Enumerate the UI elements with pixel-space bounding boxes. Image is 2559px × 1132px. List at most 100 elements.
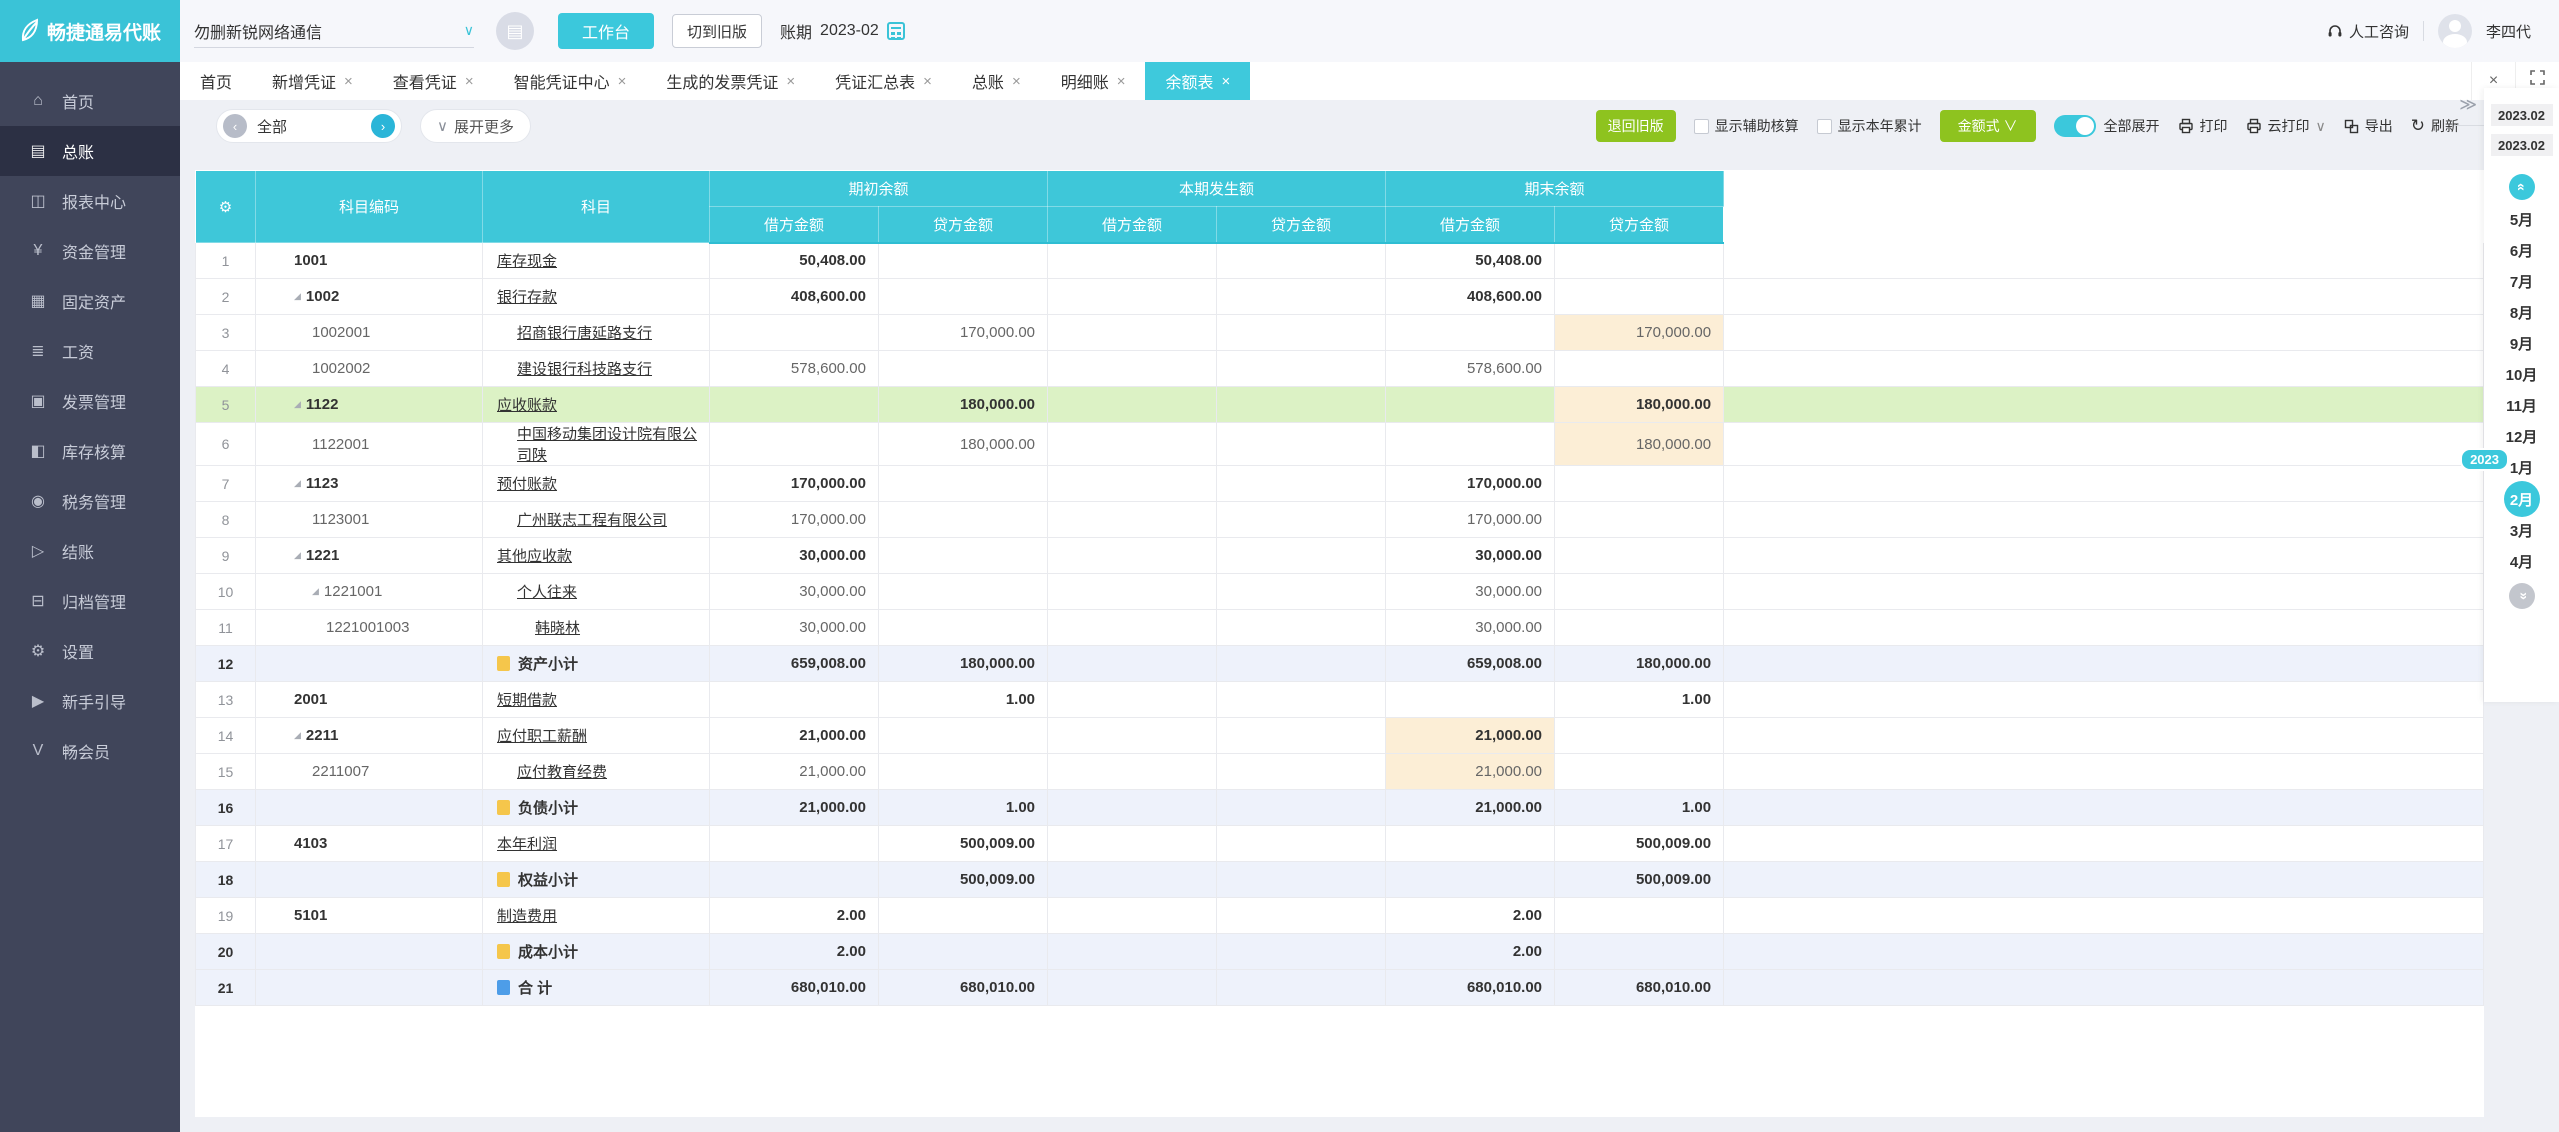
close-tab-icon[interactable]: ×	[618, 73, 627, 90]
close-tab-icon[interactable]: ×	[344, 73, 353, 90]
tab-首页[interactable]: 首页	[180, 62, 252, 100]
account-link[interactable]: 银行存款	[497, 289, 557, 306]
account-link[interactable]: 应付职工薪酬	[497, 728, 587, 745]
month-item-8月[interactable]: 8月	[2503, 297, 2541, 328]
sidebar-item-税务管理[interactable]: ◉ 税务管理	[0, 476, 180, 526]
tab-余额表[interactable]: 余额表 ×	[1145, 62, 1251, 100]
app-logo: 畅捷通易代账	[0, 0, 180, 62]
tab-凭证汇总表[interactable]: 凭证汇总表 ×	[815, 62, 952, 100]
expand-all-toggle[interactable]	[2053, 115, 2096, 137]
period-box[interactable]: 2023.02	[2490, 104, 2553, 126]
tab-智能凭证中心[interactable]: 智能凭证中心 ×	[494, 62, 647, 100]
sidebar-item-发票管理[interactable]: ▣ 发票管理	[0, 376, 180, 426]
sidebar-item-首页[interactable]: ⌂ 首页	[0, 76, 180, 126]
collapse-panel-icon[interactable]: ≫	[2459, 95, 2477, 115]
account-link[interactable]: 应付教育经费	[517, 764, 607, 781]
period-box[interactable]: 2023.02	[2490, 134, 2553, 156]
tab-生成的发票凭证[interactable]: 生成的发票凭证 ×	[646, 62, 815, 100]
account-link[interactable]: 应收账款	[497, 397, 557, 414]
month-item-7月[interactable]: 7月	[2503, 266, 2541, 297]
tab-明细账[interactable]: 明细账 ×	[1041, 62, 1146, 100]
notice-badge-icon[interactable]: ▤	[496, 12, 534, 50]
calendar-icon[interactable]	[886, 22, 905, 40]
tab-查看凭证[interactable]: 查看凭证 ×	[373, 62, 494, 100]
support-link[interactable]: 人工咨询	[2327, 21, 2409, 42]
account-link[interactable]: 短期借款	[497, 692, 557, 709]
close-tab-icon[interactable]: ×	[465, 73, 474, 90]
amount-cell	[1216, 350, 1387, 387]
tab-label: 凭证汇总表	[835, 75, 916, 92]
month-item-6月[interactable]: 6月	[2503, 235, 2541, 266]
switch-old-version-button[interactable]: 切到旧版	[672, 14, 763, 48]
account-link[interactable]: 招商银行唐延路支行	[517, 325, 652, 342]
account-period[interactable]: 账期 2023-02	[780, 19, 905, 43]
column-settings-gear-icon[interactable]: ⚙	[195, 170, 256, 243]
user-name[interactable]: 李四代	[2486, 21, 2531, 42]
company-selector[interactable]: 勿删新锐网络通信 ∨	[194, 14, 474, 48]
sidebar-item-总账[interactable]: ▤ 总账	[0, 126, 180, 176]
sidebar-item-畅会员[interactable]: V 畅会员	[0, 726, 180, 776]
aux-accounting-checkbox[interactable]: 显示辅助核算	[1693, 116, 1799, 136]
sidebar-item-新手引导[interactable]: ▶ 新手引导	[0, 676, 180, 726]
scroll-down-icon[interactable]: «	[2508, 583, 2535, 609]
expand-triangle-icon[interactable]: ◢	[294, 399, 301, 409]
export-button[interactable]: 导出	[2344, 116, 2393, 136]
sidebar-item-结账[interactable]: ▷ 结账	[0, 526, 180, 576]
chevron-right-icon[interactable]: ›	[371, 114, 396, 138]
expand-triangle-icon[interactable]: ◢	[294, 730, 301, 740]
expand-triangle-icon[interactable]: ◢	[294, 291, 301, 301]
account-link[interactable]: 库存现金	[497, 253, 557, 270]
account-link[interactable]: 本年利润	[497, 836, 557, 853]
checkbox-icon[interactable]	[1816, 118, 1832, 134]
cloud-print-button[interactable]: 云打印 ∨	[2246, 116, 2326, 136]
chevron-left-icon[interactable]: ‹	[223, 114, 247, 138]
sidebar-item-设置[interactable]: ⚙ 设置	[0, 626, 180, 676]
account-link[interactable]: 个人往来	[517, 584, 577, 601]
expand-triangle-icon[interactable]: ◢	[294, 478, 301, 488]
sidebar-item-资金管理[interactable]: ¥ 资金管理	[0, 226, 180, 276]
account-link[interactable]: 制造费用	[497, 908, 557, 925]
close-tab-icon[interactable]: ×	[1117, 73, 1126, 90]
month-item-4月[interactable]: 4月	[2503, 546, 2541, 577]
subject-filter-pill[interactable]: ‹ 全部 ›	[216, 109, 403, 143]
account-link[interactable]: 其他应收款	[497, 548, 572, 565]
expand-triangle-icon[interactable]: ◢	[312, 586, 319, 596]
account-link[interactable]: 广州联志工程有限公司	[517, 512, 667, 529]
amount-cell: 21,000.00	[1385, 753, 1556, 790]
sidebar-item-固定资产[interactable]: ▦ 固定资产	[0, 276, 180, 326]
expand-triangle-icon[interactable]: ◢	[294, 550, 301, 560]
month-item-2月[interactable]: 2月	[2503, 481, 2540, 517]
refresh-button[interactable]: ↻ 刷新	[2411, 116, 2459, 136]
amount-cell	[1216, 609, 1387, 646]
month-item-10月[interactable]: 10月	[2503, 359, 2541, 390]
scroll-up-icon[interactable]: «	[2508, 174, 2535, 200]
ytd-checkbox[interactable]: 显示本年累计	[1816, 116, 1922, 136]
sidebar-item-库存核算[interactable]: ◧ 库存核算	[0, 426, 180, 476]
row-number: 3	[195, 314, 256, 351]
account-link[interactable]: 中国移动集团设计院有限公司陕	[517, 426, 697, 464]
close-tab-icon[interactable]: ×	[1222, 73, 1231, 90]
user-avatar[interactable]	[2437, 14, 2472, 48]
account-link[interactable]: 韩晓林	[535, 620, 580, 637]
close-tab-icon[interactable]: ×	[1012, 73, 1021, 90]
month-item-11月[interactable]: 11月	[2503, 390, 2541, 421]
print-button[interactable]: 打印	[2178, 116, 2228, 136]
expand-more-button[interactable]: ∨ 展开更多	[420, 109, 532, 143]
sidebar-item-归档管理[interactable]: ⊟ 归档管理	[0, 576, 180, 626]
back-old-version-button[interactable]: 退回旧版	[1595, 110, 1676, 142]
month-item-9月[interactable]: 9月	[2503, 328, 2541, 359]
month-item-12月[interactable]: 12月	[2503, 421, 2541, 452]
close-tab-icon[interactable]: ×	[786, 73, 795, 90]
sidebar-item-工资[interactable]: ≣ 工资	[0, 326, 180, 376]
month-item-3月[interactable]: 3月	[2503, 515, 2541, 546]
month-item-5月[interactable]: 5月	[2503, 204, 2541, 235]
tab-新增凭证[interactable]: 新增凭证 ×	[252, 62, 373, 100]
checkbox-icon[interactable]	[1693, 118, 1709, 134]
tab-总账[interactable]: 总账 ×	[952, 62, 1041, 100]
workbench-button[interactable]: 工作台	[558, 13, 655, 49]
account-link[interactable]: 预付账款	[497, 476, 557, 493]
close-tab-icon[interactable]: ×	[923, 73, 932, 90]
sidebar-item-报表中心[interactable]: ◫ 报表中心	[0, 176, 180, 226]
account-link[interactable]: 建设银行科技路支行	[517, 361, 652, 378]
amount-style-button[interactable]: 金额式 ∨	[1939, 110, 2036, 142]
